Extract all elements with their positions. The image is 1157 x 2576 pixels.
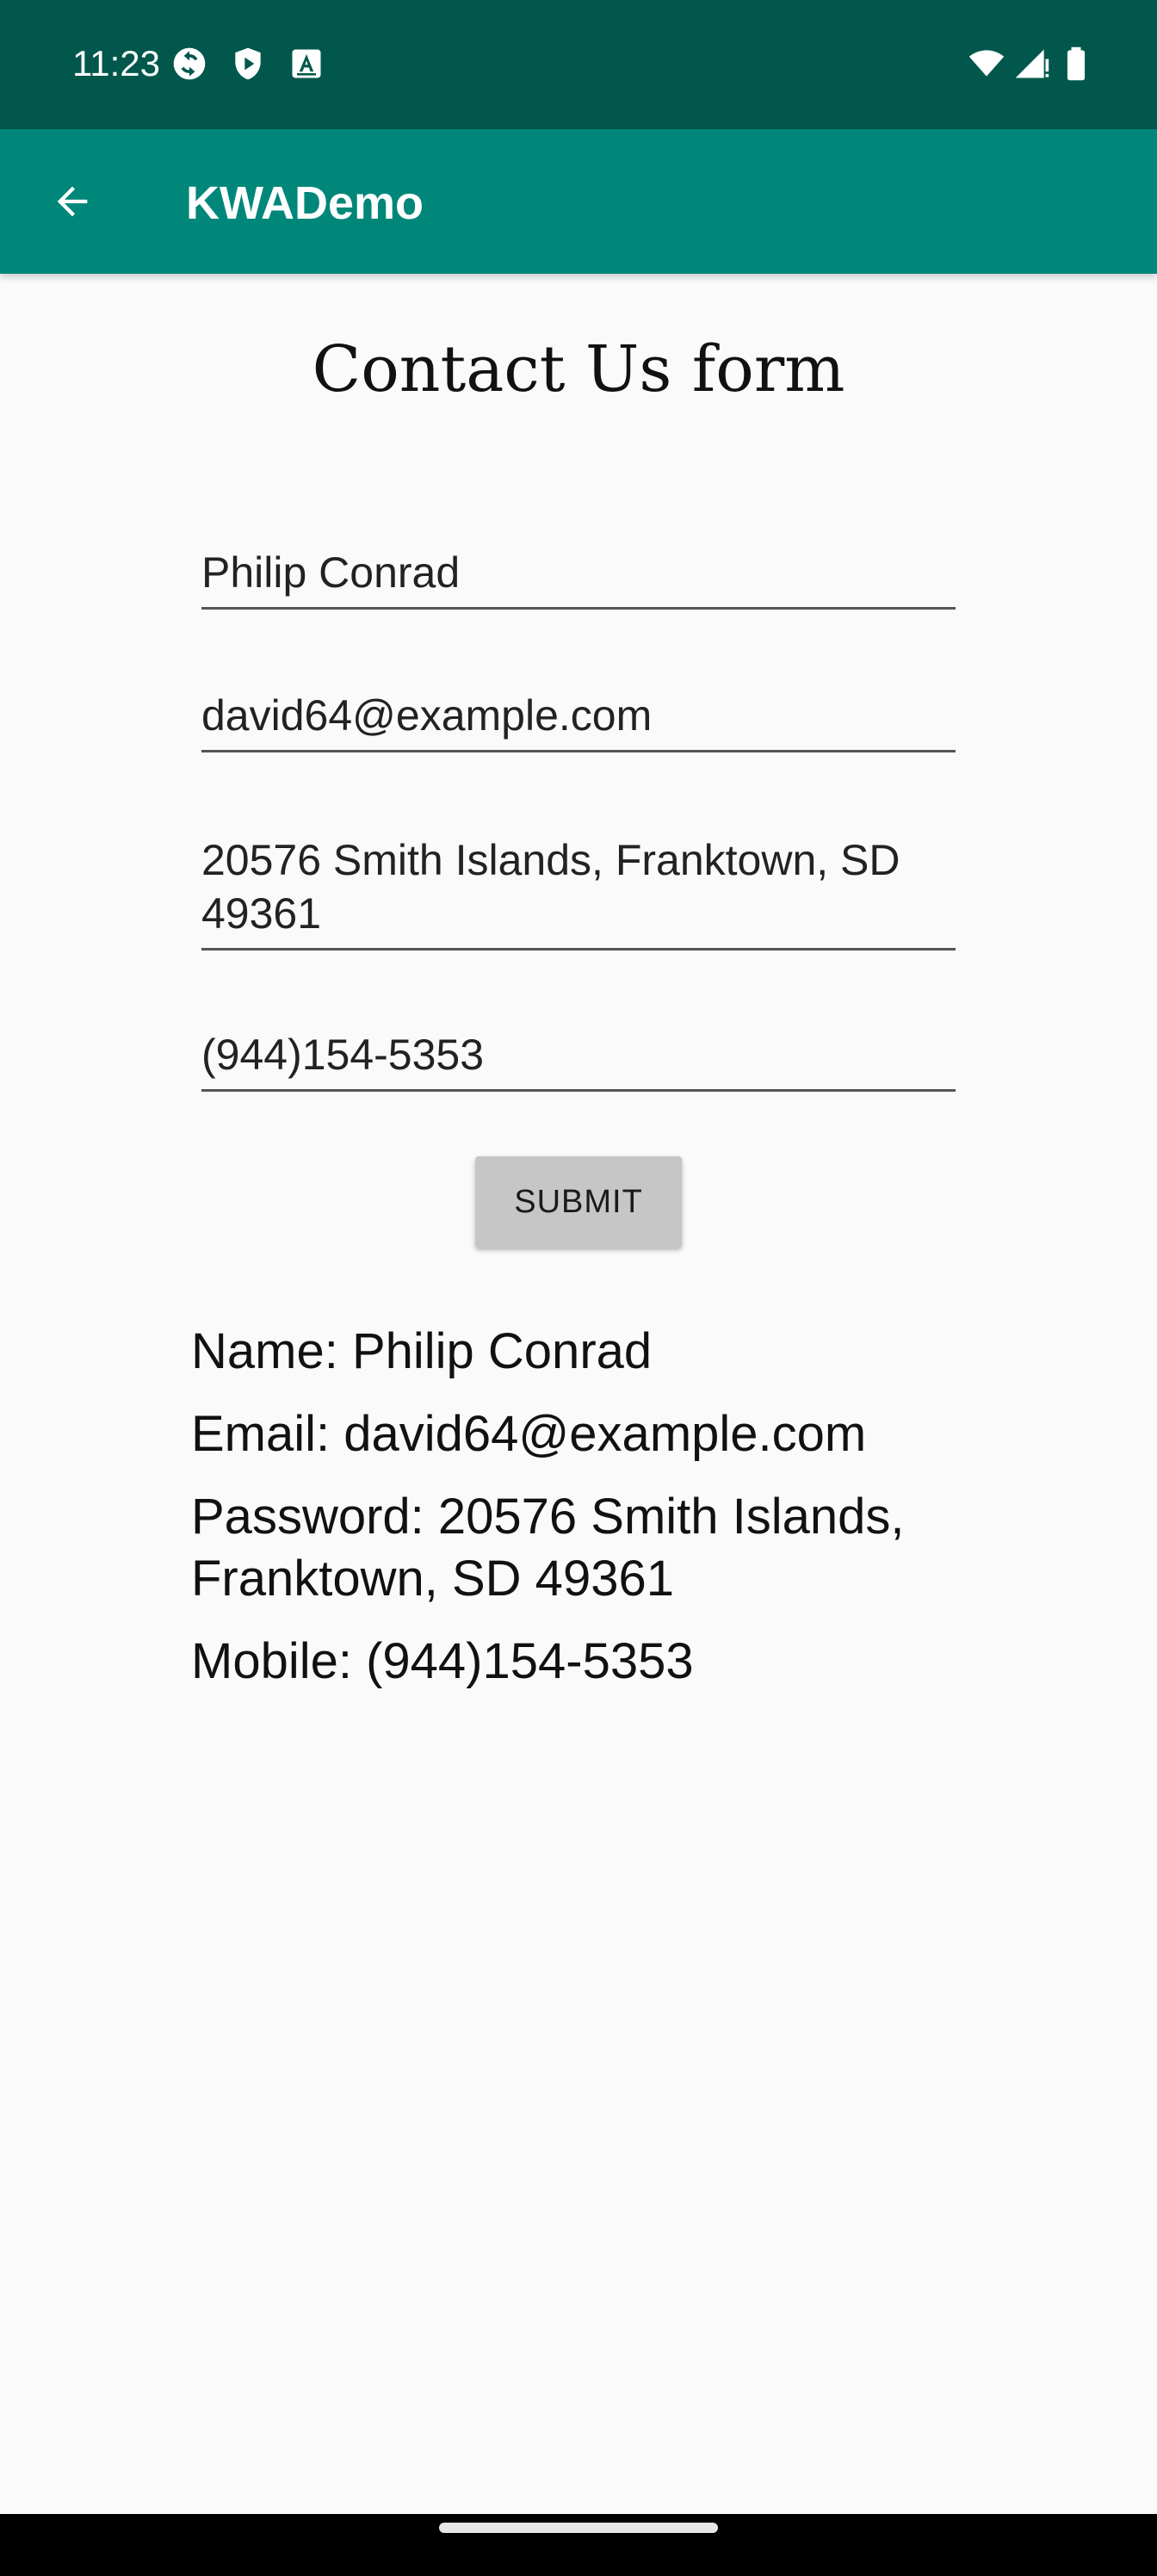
form-title: Contact Us form bbox=[312, 332, 845, 406]
home-gesture-handle[interactable] bbox=[439, 2523, 718, 2533]
wifi-icon bbox=[968, 45, 1005, 83]
shield-icon bbox=[229, 45, 267, 83]
font-a-icon bbox=[288, 45, 325, 83]
battery-icon bbox=[1057, 45, 1095, 83]
app-bar: KWADemo bbox=[0, 129, 1157, 274]
signal-icon bbox=[1012, 45, 1050, 83]
status-bar: 11:23 bbox=[0, 0, 1157, 129]
back-button[interactable] bbox=[36, 165, 108, 238]
output-password: Password: 20576 Smith Islands, Franktown… bbox=[191, 1489, 905, 1607]
name-field[interactable]: Philip Conrad bbox=[201, 546, 956, 610]
arrow-back-icon bbox=[50, 179, 95, 224]
sync-icon bbox=[170, 45, 208, 83]
email-field[interactable]: david64@example.com bbox=[201, 689, 956, 752]
output-mobile: Mobile: (944)154-5353 bbox=[191, 1633, 694, 1689]
output-email: Email: david64@example.com bbox=[191, 1406, 867, 1462]
status-time: 11:23 bbox=[72, 43, 160, 84]
address-field[interactable]: 20576 Smith Islands, Franktown, SD 49361 bbox=[201, 833, 956, 951]
screen: 11:23 KWADemo Contact Us form Philip Con… bbox=[0, 0, 1157, 2576]
output-name: Name: Philip Conrad bbox=[191, 1323, 653, 1379]
submit-button[interactable]: SUBMIT bbox=[475, 1156, 682, 1248]
app-title: KWADemo bbox=[186, 177, 424, 229]
mobile-field[interactable]: (944)154-5353 bbox=[201, 1028, 956, 1092]
